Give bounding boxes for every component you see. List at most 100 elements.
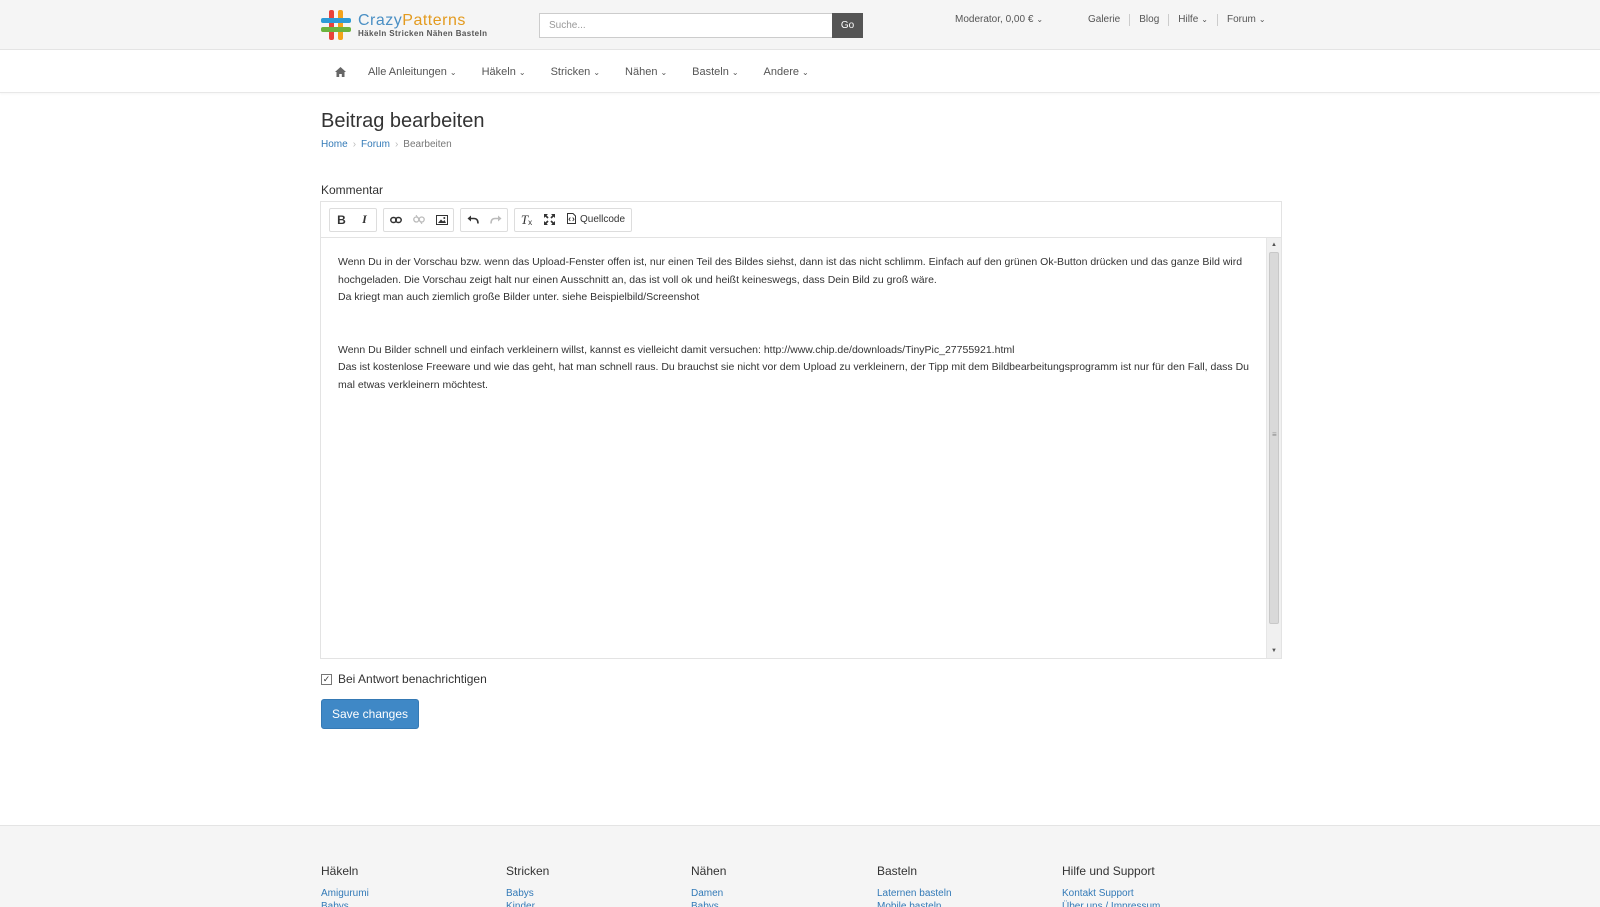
footer-column: Hilfe und Support Kontakt Support Über uns… [1062, 864, 1160, 907]
scroll-down-arrow-icon[interactable]: ▼ [1267, 644, 1281, 658]
breadcrumb-home[interactable]: Home [321, 139, 348, 150]
footer-column-title: Stricken [506, 864, 550, 878]
notify-label: Bei Antwort benachrichtigen [338, 672, 487, 686]
footer-link[interactable]: Laternen basteln [877, 887, 952, 900]
logo-name: CrazyPatterns [358, 12, 487, 29]
top-link-label: Forum [1226, 14, 1256, 25]
category-nav-item[interactable]: Nähen ⌄ [625, 66, 667, 78]
footer-link[interactable]: Über uns / Impressum [1062, 900, 1160, 907]
footer-link[interactable]: Kinder [506, 900, 549, 907]
chevron-down-icon: ⌄ [1201, 15, 1208, 24]
source-code-icon [567, 212, 576, 227]
logo-hash-icon [320, 9, 352, 41]
footer-link[interactable]: Babys [321, 900, 369, 907]
footer-column: Basteln Laternen basteln Mobile basteln [877, 864, 952, 907]
category-nav-label: Andere [763, 65, 800, 78]
category-nav-item[interactable]: Basteln ⌄ [692, 66, 738, 78]
footer-link[interactable]: Babys [691, 900, 726, 907]
chevron-down-icon: ⌄ [518, 67, 526, 77]
top-link-blog[interactable]: Blog [1129, 14, 1168, 26]
category-nav: Alle Anleitungen ⌄ Häkeln ⌄ Stricken ⌄ Nähen ⌄ B… [0, 50, 1600, 93]
footer-column: Häkeln Amigurumi Babys [321, 864, 369, 907]
top-links: Galerie Blog Hilfe ⌄ Forum ⌄ [1079, 14, 1275, 26]
scrollbar-thumb[interactable]: ≡ [1269, 252, 1279, 624]
top-header: CrazyPatterns Häkeln Stricken Nähen Bast… [0, 0, 1600, 50]
category-nav-label: Alle Anleitungen [368, 65, 447, 78]
breadcrumb-separator: › [394, 139, 399, 150]
logo-text: CrazyPatterns Häkeln Stricken Nähen Bast… [358, 12, 487, 39]
footer-link[interactable]: Kontakt Support [1062, 887, 1160, 900]
toolbar-group-tools: Tx Quellcode [514, 207, 633, 232]
toolbar-group-format: B I [329, 207, 377, 232]
toolbar-group-history [460, 207, 508, 232]
category-nav-label: Häkeln [481, 65, 516, 78]
scrollbar-grip-icon: ≡ [1272, 430, 1277, 439]
category-nav-item[interactable]: Andere ⌄ [764, 66, 809, 78]
undo-icon[interactable] [461, 209, 484, 231]
top-link-label: Hilfe [1178, 14, 1199, 25]
toolbar-group-insert [383, 207, 454, 232]
image-icon[interactable] [430, 209, 453, 231]
search-input[interactable] [539, 13, 833, 38]
rich-text-editor: B I Tx Quellcode Wenn Du in der Vorschau… [320, 201, 1282, 659]
save-changes-button[interactable]: Save changes [321, 699, 419, 729]
top-link-label: Blog [1139, 14, 1160, 25]
chevron-down-icon: ⌄ [449, 67, 457, 77]
search-go-button[interactable]: Go [832, 13, 863, 38]
footer-link[interactable]: Damen [691, 887, 726, 900]
source-code-label: Quellcode [580, 214, 626, 225]
footer-column-title: Basteln [877, 864, 918, 878]
footer-link[interactable]: Amigurumi [321, 887, 369, 900]
italic-icon[interactable]: I [353, 209, 376, 231]
editor-scrollbar[interactable]: ▲ ≡ ▼ [1266, 238, 1281, 658]
unlink-icon[interactable] [407, 209, 430, 231]
link-icon[interactable] [384, 209, 407, 231]
chevron-down-icon: ⌄ [1036, 15, 1044, 24]
breadcrumb-forum[interactable]: Forum [361, 139, 390, 150]
account-label: Moderator, 0,00 € [955, 14, 1034, 25]
editor-content[interactable]: Wenn Du in der Vorschau bzw. wenn das Up… [321, 238, 1267, 658]
top-link-galerie[interactable]: Galerie [1079, 14, 1129, 26]
chevron-down-icon: ⌄ [593, 67, 601, 77]
fullscreen-icon[interactable] [538, 209, 561, 231]
category-nav-item[interactable]: Alle Anleitungen ⌄ [368, 66, 457, 78]
chevron-down-icon: ⌄ [731, 67, 739, 77]
breadcrumb-current: Bearbeiten [403, 139, 452, 150]
page-title: Beitrag bearbeiten [321, 110, 485, 132]
footer: Häkeln Amigurumi Babys Stricken Babys Kinder N… [0, 825, 1600, 907]
breadcrumb: Home › Forum › Bearbeiten [321, 139, 452, 150]
footer-link[interactable]: Mobile basteln [877, 900, 952, 907]
top-link-hilfe[interactable]: Hilfe ⌄ [1168, 14, 1217, 26]
category-nav-item[interactable]: Stricken ⌄ [551, 66, 600, 78]
top-link-forum[interactable]: Forum ⌄ [1216, 14, 1275, 26]
category-nav-label: Basteln [692, 65, 729, 78]
clear-format-icon[interactable]: Tx [515, 209, 538, 231]
notify-checkbox[interactable]: ✓ [321, 673, 332, 685]
redo-icon[interactable] [484, 209, 507, 231]
logo-name-part1: Crazy [358, 11, 403, 29]
content-paragraph: Das ist kostenlose Freeware und wie das … [338, 361, 1250, 391]
site-logo[interactable]: CrazyPatterns Häkeln Stricken Nähen Bast… [320, 8, 487, 42]
footer-column-title: Häkeln [321, 864, 359, 878]
home-icon[interactable] [332, 66, 348, 77]
content-paragraph: Wenn Du Bilder schnell und einfach verkl… [338, 343, 1015, 356]
footer-column-title: Nähen [691, 864, 727, 878]
footer-link[interactable]: Babys [506, 887, 549, 900]
content-paragraph: Wenn Du in der Vorschau bzw. wenn das Up… [338, 256, 1243, 286]
footer-column: Nähen Damen Babys [691, 864, 726, 907]
chevron-down-icon: ⌄ [802, 67, 809, 77]
editor-toolbar: B I Tx Quellcode [321, 202, 1281, 238]
scroll-up-arrow-icon[interactable]: ▲ [1267, 238, 1281, 252]
comment-label: Kommentar [321, 183, 384, 197]
breadcrumb-separator: › [352, 139, 357, 150]
bold-icon[interactable]: B [330, 209, 353, 231]
category-nav-label: Nähen [625, 65, 658, 78]
top-link-label: Galerie [1088, 14, 1121, 25]
logo-tagline: Häkeln Stricken Nähen Basteln [358, 28, 488, 38]
notify-option[interactable]: ✓ Bei Antwort benachrichtigen [321, 672, 487, 686]
chevron-down-icon: ⌄ [660, 67, 668, 77]
account-menu[interactable]: Moderator, 0,00 € ⌄ [955, 14, 1043, 25]
source-code-button[interactable]: Quellcode [561, 209, 631, 231]
category-nav-item[interactable]: Häkeln ⌄ [482, 66, 526, 78]
footer-column: Stricken Babys Kinder [506, 864, 549, 907]
